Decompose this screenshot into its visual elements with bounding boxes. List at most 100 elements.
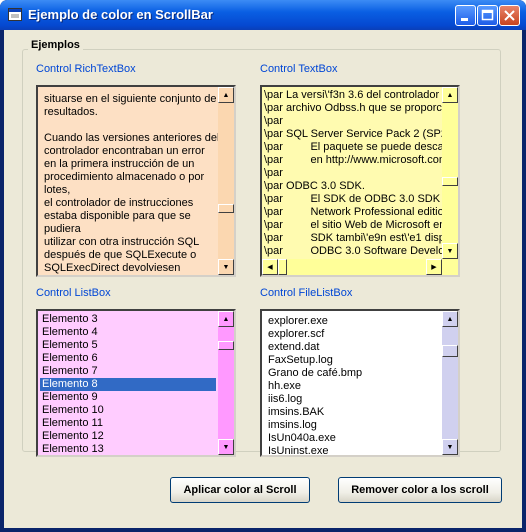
richtext-scrollbar[interactable]: ▲ ▼ [218,87,234,275]
arrow-up-icon: ▲ [446,91,454,99]
close-icon [504,10,515,21]
richtext-line [44,119,216,132]
maximize-button[interactable] [477,5,498,26]
filelistbox[interactable]: explorer.exe explorer.scf extend.dat FaxSet… [260,309,460,457]
richtext-line: situarse en el siguiente conjunto de [44,93,217,105]
textbox-line: \par El SDK de ODBC 3.0 SDK f [264,193,447,205]
file-item[interactable]: extend.dat [266,341,440,354]
file-item[interactable]: imsins.log [266,419,440,432]
textbox-line: \par La versi\'f3n 3.6 del controlador O… [264,89,460,101]
arrow-down-icon: ▼ [222,443,230,451]
minimize-icon [461,18,468,21]
window-title: Ejemplo de color en ScrollBar [28,7,213,22]
richtext-line: procedimiento almacenado o por [44,171,205,183]
richtext-line: después de que SQLExecute o [44,249,197,261]
textbox-line: \par SQL Server Service Pack 2 (SP2 [264,128,447,140]
arrow-up-icon: ▲ [446,315,454,323]
file-item[interactable]: IsUn040a.exe [266,432,440,445]
textbox-line: \par ODBC 3.0 Software Develo [264,245,445,257]
textbox-vscroll[interactable]: ▲ ▼ [442,87,458,259]
file-item[interactable]: explorer.scf [266,328,440,341]
client-area: Ejemplos Control RichTextBox situarse en… [4,30,522,528]
frame-label: Ejemplos [28,39,83,51]
richtext-label: Control RichTextBox [36,63,136,75]
richtext-line: utilizar con otra instrucción SQL [44,236,200,248]
listbox-scrollbar[interactable]: ▲ ▼ [218,311,234,455]
textbox-line: \par [264,167,283,179]
richtext-line: resultados. [44,106,98,118]
richtext-content: situarse en el siguiente conjunto de resu… [44,93,220,275]
minimize-button[interactable] [455,5,476,26]
scroll-up-button[interactable]: ▲ [218,87,234,103]
arrow-up-icon: ▲ [222,315,230,323]
list-item[interactable]: Elemento 6 [40,352,216,365]
list-item[interactable]: Elemento 5 [40,339,216,352]
scroll-thumb[interactable] [442,345,458,357]
textbox-line: \par Network Professional edition [264,206,450,218]
richtext-line: controlador encontraban un error [44,145,205,157]
list-item[interactable]: Elemento 7 [40,365,216,378]
file-item[interactable]: Grano de café.bmp [266,367,440,380]
textbox-line: \par el sitio Web de Microsoft en [264,219,446,231]
richtext-line: pudiera [44,223,81,235]
scroll-thumb[interactable] [278,259,287,275]
list-item[interactable]: Elemento 3 [40,313,216,326]
filelist-scrollbar[interactable]: ▲ ▼ [442,311,458,455]
textbox-hscroll[interactable]: ◀ ▶ [262,259,442,275]
richtext-line: el controlador de instrucciones [44,197,194,209]
maximize-icon [481,9,494,21]
scroll-down-button[interactable]: ▼ [442,439,458,455]
scroll-down-button[interactable]: ▼ [442,243,458,259]
scroll-corner [442,259,458,275]
richtext-line: lotes, [44,184,71,196]
scroll-right-button[interactable]: ▶ [426,259,442,275]
textbox-label: Control TextBox [260,63,338,75]
list-item[interactable]: Elemento 9 [40,391,216,404]
list-item[interactable]: Elemento 11 [40,417,216,430]
scroll-thumb[interactable] [218,341,234,350]
scroll-thumb[interactable] [218,204,234,213]
richtext-line: estaba disponible para que se [44,210,191,222]
arrow-down-icon: ▼ [222,263,230,271]
arrow-down-icon: ▼ [446,247,454,255]
listbox-items: Elemento 3 Elemento 4 Elemento 5 Elemento 6… [40,313,216,455]
remove-color-button[interactable]: Remover color a los scroll [338,477,502,503]
file-item[interactable]: iis6.log [266,393,440,406]
list-item[interactable]: Elemento 12 [40,430,216,443]
file-item[interactable]: explorer.exe [266,315,440,328]
textbox-line: \par [264,115,283,127]
apply-color-button[interactable]: Aplicar color al Scroll [170,477,310,503]
list-item[interactable]: Elemento 13 [40,443,216,455]
textbox-box[interactable]: \par La versi\'f3n 3.6 del controlador O… [260,85,460,277]
scroll-left-button[interactable]: ◀ [262,259,278,275]
scroll-down-button[interactable]: ▼ [218,439,234,455]
richtext-line: SQLExecDirect devolviesen [44,262,181,274]
scroll-down-button[interactable]: ▼ [218,259,234,275]
app-window: Ejemplo de color en ScrollBar Ejemplos C… [0,0,526,532]
arrow-down-icon: ▼ [446,443,454,451]
file-item[interactable]: hh.exe [266,380,440,393]
listbox[interactable]: Elemento 3 Elemento 4 Elemento 5 Elemento 6… [36,309,236,457]
file-item[interactable]: IsUninst.exe [266,445,440,455]
filelist-items: explorer.exe explorer.scf extend.dat FaxSet… [266,315,440,455]
file-item[interactable]: imsins.BAK [266,406,440,419]
list-item[interactable]: Elemento 10 [40,404,216,417]
listbox-label: Control ListBox [36,287,111,299]
scroll-up-button[interactable]: ▲ [442,87,458,103]
arrow-up-icon: ▲ [222,91,230,99]
filelist-label: Control FileListBox [260,287,353,299]
list-item[interactable]: Elemento 8 [40,378,216,391]
richtext-box[interactable]: situarse en el siguiente conjunto de resu… [36,85,236,277]
scroll-up-button[interactable]: ▲ [218,311,234,327]
scroll-thumb[interactable] [442,177,458,186]
textbox-line: \par SDK tambi\'e9n est\'e1 disp [264,232,445,244]
title-bar[interactable]: Ejemplo de color en ScrollBar [0,0,526,30]
arrow-right-icon: ▶ [431,264,437,271]
textbox-line: \par archivo Odbss.h que se proporciona [264,102,460,114]
file-item[interactable]: FaxSetup.log [266,354,440,367]
scroll-up-button[interactable]: ▲ [442,311,458,327]
close-button[interactable] [499,5,520,26]
textbox-line: \par en http://www.microsoft.com [264,154,449,166]
list-item[interactable]: Elemento 4 [40,326,216,339]
textbox-content: \par La versi\'f3n 3.6 del controlador O… [264,89,460,258]
